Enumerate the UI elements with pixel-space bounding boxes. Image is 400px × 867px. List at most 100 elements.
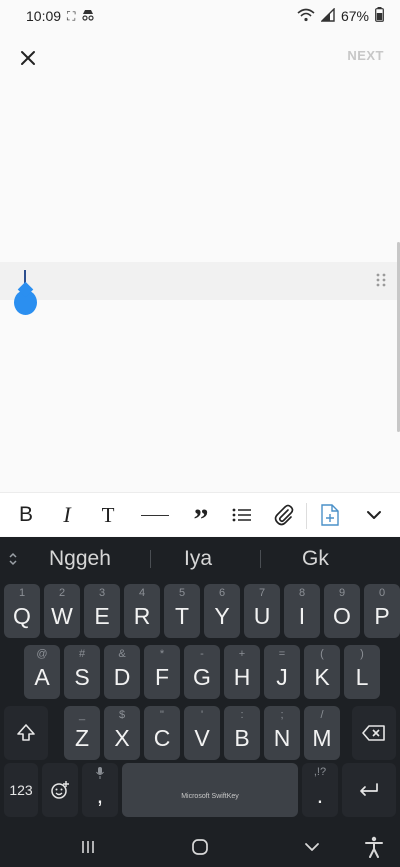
add-document-icon [321,504,339,526]
enter-key[interactable] [342,763,396,817]
key-hint: 3 [98,587,106,599]
comma-label: , [96,782,104,808]
key-label: O [333,603,351,629]
key-label: M [312,725,332,751]
key-r[interactable]: 4R [124,584,160,638]
key-i[interactable]: 8I [284,584,320,638]
key-e[interactable]: 3E [84,584,120,638]
key-hint: ) [360,648,364,660]
suggestion-3[interactable]: Gk [302,547,329,571]
top-app-bar: NEXT [0,32,400,86]
key-m[interactable]: / M [304,706,340,760]
key-y[interactable]: 6Y [204,584,240,638]
key-hint: " [160,709,164,721]
key-s[interactable]: # S [64,645,100,699]
space-key[interactable]: Microsoft SwiftKey [122,763,298,817]
key-hint: 2 [58,587,66,599]
key-h[interactable]: + H [224,645,260,699]
key-c[interactable]: " C [144,706,180,760]
key-o[interactable]: 9O [324,584,360,638]
key-l[interactable]: ) L [344,645,380,699]
key-hint: $ [118,709,126,721]
key-hint: * [159,648,165,660]
key-label: C [153,725,171,751]
italic-button[interactable]: I [54,501,80,529]
suggestion-toolbar-toggle[interactable] [4,549,22,569]
key-w[interactable]: 2W [44,584,80,638]
key-f[interactable]: * F [144,645,180,699]
emoji-icon [51,781,69,799]
collapse-toolbar-button[interactable] [362,501,386,529]
key-d[interactable]: & D [104,645,140,699]
comma-key[interactable]: , [82,763,118,817]
text-style-icon: T [101,502,115,527]
numbers-key-label: 123 [9,782,33,798]
period-key[interactable]: ,!? . [302,763,338,817]
key-g[interactable]: -G [184,645,220,699]
key-label: L [355,664,369,690]
key-hint: _ [78,709,86,721]
key-hint: @ [36,648,48,660]
home-button[interactable] [184,833,216,861]
incognito-icon [81,9,95,24]
next-button[interactable]: NEXT [347,48,384,63]
key-z[interactable]: _ Z [64,706,100,760]
recent-apps-button[interactable] [72,833,104,861]
status-left: 10:09 ⛶ [26,8,95,24]
back-button[interactable] [296,833,328,861]
add-document-button[interactable] [318,501,342,529]
cursor-handle[interactable] [14,290,37,315]
recent-apps-icon [82,841,94,853]
key-hint: : [240,709,244,721]
key-x[interactable]: $ X [104,706,140,760]
key-b[interactable]: :B [224,706,260,760]
bulleted-list-button[interactable] [230,501,254,529]
suggestion-divider [260,550,261,568]
key-label: H [233,664,251,690]
formatting-toolbar: B I T ” [0,492,400,536]
key-label: I [298,603,306,629]
toolbar-divider [306,503,307,529]
key-t[interactable]: 5T [164,584,200,638]
editor-current-line[interactable] [0,262,400,300]
key-hint: 6 [218,587,226,599]
bold-button[interactable]: B [12,501,40,529]
key-u[interactable]: 7U [244,584,280,638]
battery-icon [375,7,384,25]
key-q[interactable]: 1Q [4,584,40,638]
emoji-key[interactable] [42,763,78,817]
text-style-button[interactable]: T [94,501,122,529]
status-right: 67% [297,6,384,25]
shift-key[interactable] [4,706,48,760]
numbers-key[interactable]: 123 [4,763,38,817]
signal-icon [320,6,335,25]
backspace-icon [362,725,385,741]
key-v[interactable]: ' V [184,706,220,760]
key-hint: / [320,709,324,721]
accessibility-button[interactable] [358,833,390,861]
drag-handle-icon[interactable] [376,273,386,287]
quote-icon: ” [193,503,209,536]
home-icon [192,839,208,855]
status-bar: 10:09 ⛶ 67% [0,0,400,32]
key-label: B [234,725,250,751]
key-hint: 5 [178,587,186,599]
key-p[interactable]: 0P [364,584,400,638]
key-hint: - [200,648,204,660]
key-k[interactable]: (K [304,645,340,699]
key-n[interactable]: ; N [264,706,300,760]
horizontal-rule-button[interactable] [141,501,169,529]
suggestion-1[interactable]: Nggeh [49,547,111,571]
backspace-key[interactable] [352,706,396,760]
key-j[interactable]: = J [264,645,300,699]
key-a[interactable]: @ A [24,645,60,699]
suggestion-2[interactable]: Iya [184,547,212,571]
attach-button[interactable] [272,501,296,529]
quote-button[interactable]: ” [188,501,214,536]
key-hint: 8 [298,587,306,599]
period-key-hint: ,!? [313,766,327,778]
close-button[interactable] [14,42,42,74]
key-hint: 0 [378,587,386,599]
screen: 10:09 ⛶ 67% NEXT B I T ” Nggeh Iya Gk 12… [0,0,400,867]
expand-icon [9,552,17,566]
